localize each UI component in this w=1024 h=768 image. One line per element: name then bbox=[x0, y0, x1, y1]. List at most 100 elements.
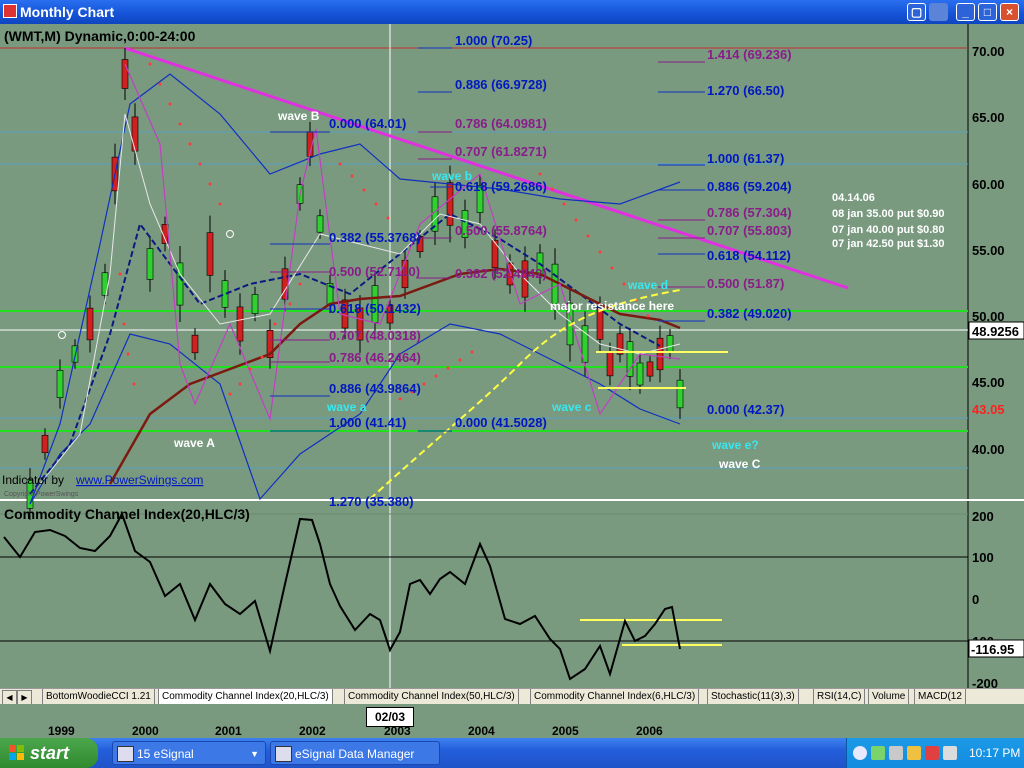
cci-current-value: -116.95 bbox=[971, 642, 1014, 657]
arrow-right-icon: ▶ bbox=[21, 693, 28, 702]
fib-label: 0.500 (52.7110) bbox=[329, 264, 420, 279]
start-label: start bbox=[30, 743, 70, 763]
price-label: 40.00 bbox=[972, 442, 1005, 457]
price-label: 70.00 bbox=[972, 44, 1005, 59]
wave-label: wave e? bbox=[711, 438, 759, 452]
windows-logo-icon bbox=[9, 745, 24, 760]
year-label: 2000 bbox=[132, 724, 159, 738]
restore-icon: ▢ bbox=[910, 5, 923, 19]
indicator-tabbar: ◀ ▶ BottomWoodieCCI 1.21 Commodity Chann… bbox=[0, 688, 1024, 705]
maximize-button[interactable]: □ bbox=[978, 3, 997, 21]
cursor-date-label: 02/03 bbox=[366, 707, 414, 727]
wave-label: wave d bbox=[627, 278, 668, 292]
wave-label: wave B bbox=[277, 109, 320, 123]
symbol-title: (WMT,M) Dynamic,0:00-24:00 bbox=[4, 28, 196, 44]
fib-label: 0.786 (46.2464) bbox=[329, 350, 421, 365]
close-button[interactable]: × bbox=[1000, 3, 1019, 21]
restore-window-button[interactable]: ▢ bbox=[907, 3, 926, 21]
volume-icon[interactable] bbox=[943, 746, 957, 760]
start-button[interactable]: start bbox=[0, 738, 98, 768]
fib-label: 1.270 (35.380) bbox=[329, 494, 414, 509]
fib-label: 0.886 (59.204) bbox=[707, 179, 792, 194]
price-label: 60.00 bbox=[972, 177, 1005, 192]
tab-cci-20[interactable]: Commodity Channel Index(20,HLC/3) bbox=[158, 689, 333, 705]
cci-axis-label: 100 bbox=[972, 550, 994, 565]
tray-arrow-icon[interactable] bbox=[853, 746, 867, 760]
note-line: 08 jan 35.00 put $0.90 bbox=[832, 208, 945, 220]
fib-label: 0.707 (48.0318) bbox=[329, 328, 421, 343]
arrow-left-icon: ◀ bbox=[6, 693, 13, 702]
fib-label: 0.382 (55.3768) bbox=[329, 230, 421, 245]
cci-axis-label: 0 bbox=[972, 592, 979, 607]
year-label: 2001 bbox=[215, 724, 242, 738]
chart-app-icon bbox=[3, 4, 17, 18]
fib-label: 0.707 (55.803) bbox=[707, 223, 792, 238]
fib-label: 1.000 (61.37) bbox=[707, 151, 784, 166]
alert-icon[interactable] bbox=[925, 746, 939, 760]
printer-icon[interactable] bbox=[889, 746, 903, 760]
year-label: 2006 bbox=[636, 724, 663, 738]
indicator-credit: Indicator by bbox=[2, 473, 64, 487]
price-label: 55.00 bbox=[972, 243, 1005, 258]
note-line: 04.14.06 bbox=[832, 192, 875, 204]
chevron-down-icon: ▼ bbox=[250, 749, 259, 759]
taskbar-datamanager-button[interactable]: eSignal Data Manager bbox=[270, 741, 440, 765]
window-title: Monthly Chart bbox=[20, 4, 115, 20]
minimize-button[interactable]: _ bbox=[956, 3, 975, 21]
powerswings-link[interactable]: www.PowerSwings.com bbox=[75, 473, 203, 487]
fib-label: 0.000 (41.5028) bbox=[455, 415, 547, 430]
tab-stochastic[interactable]: Stochastic(11(3),3) bbox=[707, 689, 799, 705]
system-clock[interactable]: 10:17 PM bbox=[969, 746, 1020, 760]
major-resistance-label: major resistance here bbox=[550, 299, 674, 313]
fib-label: 0.886 (43.9864) bbox=[329, 381, 421, 396]
fib-label: 0.382 (52.4842) bbox=[455, 266, 547, 281]
tab-macd[interactable]: MACD(12 bbox=[914, 689, 966, 705]
fib-label: 1.270 (66.50) bbox=[707, 83, 784, 98]
cci-axis-label: 200 bbox=[972, 509, 994, 524]
note-line: 07 jan 40.00 put $0.80 bbox=[832, 224, 945, 236]
tab-bottomwoodiecci[interactable]: BottomWoodieCCI 1.21 bbox=[42, 689, 155, 705]
fib-label: 0.500 (51.87) bbox=[707, 276, 784, 291]
tab-cci-50[interactable]: Commodity Channel Index(50,HLC/3) bbox=[344, 689, 519, 705]
year-label: 2004 bbox=[468, 724, 495, 738]
fib-label: 1.000 (41.41) bbox=[329, 415, 406, 430]
taskbar: start 15 eSignal ▼ eSignal Data Manager … bbox=[0, 738, 1024, 768]
monitor-icon bbox=[117, 746, 134, 762]
fib-label: 0.786 (57.304) bbox=[707, 205, 792, 220]
fib-label: 0.786 (64.0981) bbox=[455, 116, 547, 131]
tab-rsi[interactable]: RSI(14,C) bbox=[813, 689, 866, 705]
fib-label: 1.414 (69.236) bbox=[707, 47, 792, 62]
taskbar-esignal-button[interactable]: 15 eSignal ▼ bbox=[112, 741, 266, 765]
fib-label: 0.886 (66.9728) bbox=[455, 77, 547, 92]
fib-label: 0.000 (64.01) bbox=[329, 116, 406, 131]
fib-label: 1.000 (70.25) bbox=[455, 33, 532, 48]
fib-label: 0.707 (61.8271) bbox=[455, 144, 547, 159]
security-icon[interactable] bbox=[907, 746, 921, 760]
wave-label: wave A bbox=[173, 436, 215, 450]
fib-label: 0.382 (49.020) bbox=[707, 306, 792, 321]
fib-label: 0.000 (42.37) bbox=[707, 402, 784, 417]
cci-axis-label: -200 bbox=[972, 676, 998, 688]
price-chart[interactable]: (WMT,M) Dynamic,0:00-24:00 70.00 65.00 6… bbox=[0, 24, 1024, 688]
price-label: 45.00 bbox=[972, 375, 1005, 390]
year-label: 1999 bbox=[48, 724, 75, 738]
network-icon[interactable] bbox=[871, 746, 885, 760]
fib-label: 0.500 (55.8764) bbox=[455, 223, 547, 238]
copyright-text: Copyright PowerSwings bbox=[4, 491, 79, 498]
time-axis: 1999 2000 2001 2002 2003 2004 2005 2006 … bbox=[0, 704, 1024, 738]
system-tray: 10:17 PM bbox=[846, 738, 1024, 768]
tab-volume[interactable]: Volume bbox=[868, 689, 910, 705]
taskbar-button-label: eSignal Data Manager bbox=[295, 747, 415, 761]
fib-label: 0.618 (50.1432) bbox=[329, 301, 421, 316]
wave-label: wave c bbox=[551, 400, 592, 414]
wave-label: wave b bbox=[431, 169, 472, 183]
wave-label: wave a bbox=[326, 400, 367, 414]
tab-scroll-left-button[interactable]: ◀ bbox=[2, 690, 17, 705]
current-price-label: 48.9256 bbox=[972, 324, 1019, 339]
window-titlebar: Monthly Chart ▢ _ □ × bbox=[0, 0, 1024, 24]
tab-scroll-right-button[interactable]: ▶ bbox=[17, 690, 32, 705]
year-label: 2002 bbox=[299, 724, 326, 738]
year-label: 2005 bbox=[552, 724, 579, 738]
wave-label: wave C bbox=[718, 457, 761, 471]
tab-cci-6[interactable]: Commodity Channel Index(6,HLC/3) bbox=[530, 689, 700, 705]
